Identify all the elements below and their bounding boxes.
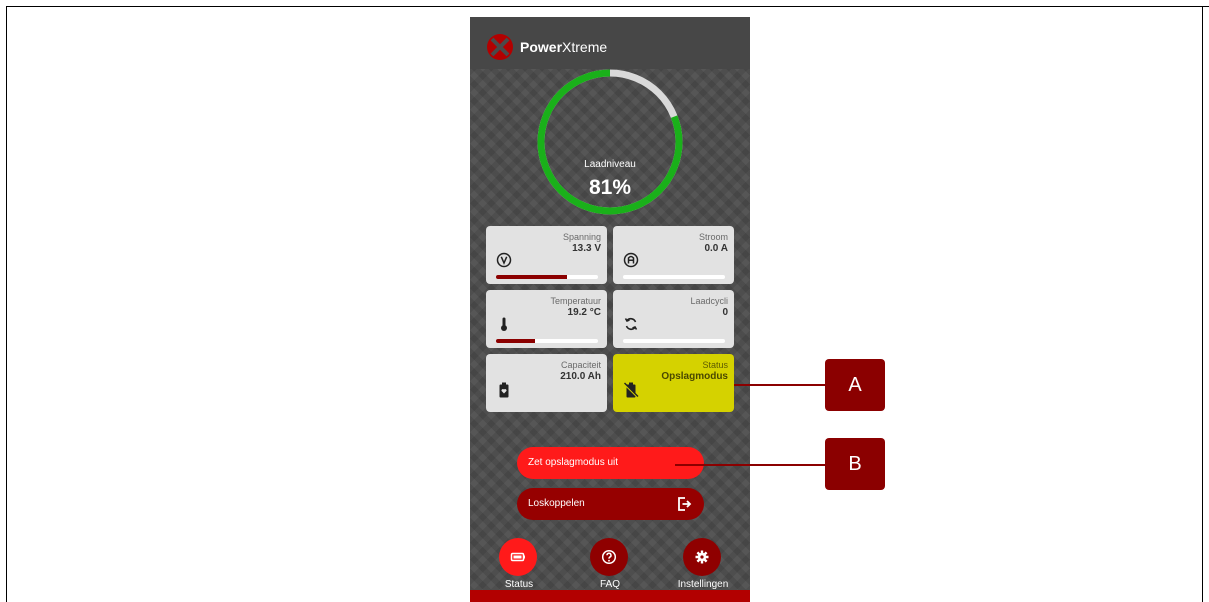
callout-a-line	[734, 384, 825, 386]
callout-a-box: A	[825, 359, 885, 411]
tile-level-bar	[496, 339, 598, 343]
logout-icon	[678, 497, 692, 511]
frame-border-left	[6, 6, 7, 602]
tile-level-fill	[496, 339, 535, 343]
gauge-label: Laadniveau	[584, 159, 636, 170]
nav-label: Status	[504, 579, 534, 590]
battery-icon	[499, 382, 509, 398]
thermometer-icon	[501, 317, 507, 331]
disconnect-label: Loskoppelen	[528, 498, 585, 509]
tile-temperature[interactable]: Temperatuur 19.2 °C	[486, 290, 607, 348]
ampere-icon	[623, 252, 639, 268]
tile-value: 0.0 A	[704, 243, 728, 254]
brand-name-bold: Power	[520, 39, 563, 55]
tile-value: 0	[722, 307, 728, 318]
nav-item-faq[interactable]: FAQ	[570, 538, 650, 596]
nav-item-settings[interactable]: Instellingen	[663, 538, 743, 596]
brand-name-light: Xtreme	[562, 39, 608, 55]
help-icon	[601, 549, 617, 565]
powerxtreme-logo-icon	[487, 34, 513, 60]
nav-item-status[interactable]: Status	[479, 538, 559, 596]
tile-level-bar	[496, 275, 598, 279]
tile-level-fill	[496, 275, 568, 279]
tile-value: 13.3 V	[572, 243, 601, 254]
storage-mode-off-button[interactable]: Zet opslagmodus uit	[517, 447, 704, 479]
nav-faq-button[interactable]	[590, 538, 628, 576]
callout-b-line	[675, 464, 825, 466]
nav-settings-button[interactable]	[683, 538, 721, 576]
cycle-icon	[624, 318, 638, 330]
nav-label: FAQ	[599, 579, 620, 590]
frame-border-top	[6, 6, 1209, 7]
tile-label: Temperatuur	[550, 296, 601, 306]
battery-icon	[510, 552, 525, 562]
storage-mode-off-label: Zet opslagmodus uit	[528, 457, 619, 468]
tile-label: Spanning	[562, 232, 601, 242]
nav-status-button[interactable]	[499, 538, 537, 576]
tile-capacity[interactable]: Capaciteit 210.0 Ah	[486, 354, 607, 412]
bottom-strip	[470, 590, 750, 602]
tile-value: 19.2 °C	[567, 307, 601, 318]
battery-off-icon	[623, 382, 639, 398]
nav-label: Instellingen	[677, 579, 729, 590]
tile-label: Status	[702, 360, 728, 370]
app-header: PowerXtreme	[470, 17, 750, 69]
callout-b-box: B	[825, 438, 885, 490]
tile-label: Laadcycli	[690, 296, 728, 306]
tile-value: Opslagmodus	[661, 371, 728, 382]
tile-label: Stroom	[698, 232, 728, 242]
volt-icon	[496, 252, 512, 268]
tile-level-bar	[623, 275, 725, 279]
gear-icon	[695, 550, 709, 564]
tile-charge-cycles[interactable]: Laadcycli 0	[613, 290, 734, 348]
tile-current[interactable]: Stroom 0.0 A	[613, 226, 734, 284]
tile-voltage[interactable]: Spanning 13.3 V	[486, 226, 607, 284]
tile-level-bar	[623, 339, 725, 343]
disconnect-button[interactable]: Loskoppelen	[517, 488, 704, 520]
tile-label: Capaciteit	[560, 360, 601, 370]
frame-border-right	[1202, 6, 1203, 602]
gauge-value: 81%	[588, 176, 632, 199]
app-screen: PowerXtreme Laadniveau 81% Spanning 13.3…	[470, 17, 750, 602]
tile-status[interactable]: Status Opslagmodus	[613, 354, 734, 412]
tile-value: 210.0 Ah	[560, 371, 601, 382]
brand-name: PowerXtreme	[520, 39, 607, 55]
